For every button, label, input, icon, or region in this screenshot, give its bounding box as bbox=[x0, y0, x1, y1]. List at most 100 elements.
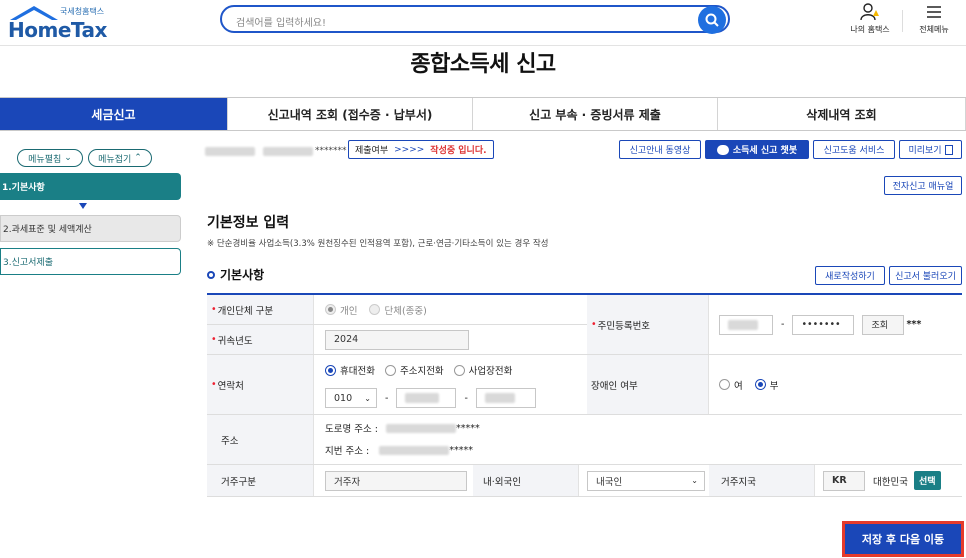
year-field[interactable]: 2024 bbox=[325, 329, 469, 350]
road-address: 도로명 주소 : ***** bbox=[325, 419, 480, 437]
my-hometax-label: 나의 홈택스 bbox=[850, 25, 890, 34]
submit-status-value: 작성중 입니다. bbox=[430, 146, 487, 156]
rrn-label: • 주민등록번호 bbox=[587, 295, 709, 354]
header-divider bbox=[902, 10, 903, 32]
disabled-options: 여 부 bbox=[719, 355, 779, 414]
nationality-value: 내국인 bbox=[596, 476, 623, 488]
mobile-radio[interactable] bbox=[325, 364, 336, 376]
residence-row: 거주구분 거주자 내·외국인 내국인 ⌄ 거주지국 KR 대한민국 선택 bbox=[207, 465, 962, 497]
entity-group-label: 단체(종중) bbox=[384, 305, 427, 317]
nationality-select[interactable]: 내국인 ⌄ bbox=[587, 470, 705, 491]
contact-options: 휴대전화 주소지전화 사업장전화 bbox=[325, 361, 512, 379]
logo-text: HomeTax bbox=[8, 18, 107, 42]
disabled-no-radio[interactable] bbox=[754, 379, 766, 390]
tab-deleted-history[interactable]: 삭제내역 조회 bbox=[718, 98, 966, 130]
guide-video-button[interactable]: 신고안내 동영상 bbox=[619, 140, 701, 159]
hometax-logo[interactable]: 국세청홈택스 HomeTax bbox=[0, 4, 120, 42]
phone-dash-2: - bbox=[464, 392, 468, 404]
menu-collapse-button[interactable]: 메뉴접기 ⌃ bbox=[88, 149, 152, 167]
lot-address: 지번 주소 : ***** bbox=[325, 441, 473, 459]
entity-group-radio[interactable] bbox=[369, 304, 381, 315]
all-menu-button[interactable]: 전체메뉴 bbox=[906, 2, 962, 35]
menu-expand-button[interactable]: 메뉴펼침 ⌄ bbox=[17, 149, 83, 167]
sub-section-title: 기본사항 bbox=[207, 266, 264, 283]
hamburger-icon bbox=[927, 6, 941, 18]
tab-attachments[interactable]: 신고 부속 · 증빙서류 제출 bbox=[473, 98, 718, 130]
e-filing-manual-button[interactable]: 전자신고 매뉴얼 bbox=[884, 176, 962, 195]
sub-section-label: 기본사항 bbox=[220, 268, 265, 282]
page-title: 종합소득세 신고 bbox=[410, 52, 556, 77]
entity-individual-radio[interactable] bbox=[325, 304, 336, 315]
preview-label: 미리보기 bbox=[908, 146, 942, 156]
chevron-down-icon: ⌄ bbox=[364, 393, 371, 403]
search-icon bbox=[705, 13, 719, 27]
disabled-yes-label: 여 bbox=[734, 380, 743, 392]
tab-filing-history[interactable]: 신고내역 조회 (접수증 · 납부서) bbox=[228, 98, 473, 130]
lot-address-mask: ***** bbox=[449, 444, 473, 456]
disabled-no-label: 부 bbox=[769, 380, 779, 392]
menu-expand-label: 메뉴펼침 bbox=[28, 154, 62, 165]
chatbot-label: 소득세 신고 챗봇 bbox=[732, 146, 798, 156]
redacted-name bbox=[205, 147, 255, 156]
step-submit[interactable]: 3.신고서제출 bbox=[0, 248, 181, 275]
menu-collapse-label: 메뉴접기 bbox=[98, 154, 132, 165]
mobile-label: 휴대전화 bbox=[340, 366, 375, 377]
nationality-label: 내·외국인 bbox=[473, 465, 579, 496]
filing-help-button[interactable]: 신고도움 서비스 bbox=[813, 140, 895, 159]
disabled-yes-radio[interactable] bbox=[719, 379, 730, 390]
entity-options: 개인 단체(종중) bbox=[325, 295, 427, 324]
phone-last-field[interactable] bbox=[475, 388, 536, 408]
country-select-button[interactable]: 선택 bbox=[913, 471, 941, 490]
chevron-up-icon: ⌃ bbox=[134, 153, 142, 163]
country-code-field[interactable]: KR bbox=[823, 470, 865, 491]
submit-status-label: 제출여부 bbox=[355, 146, 389, 156]
rrn-front-field[interactable] bbox=[719, 314, 773, 335]
bullet-icon bbox=[207, 270, 215, 279]
office-phone-radio[interactable] bbox=[453, 364, 465, 376]
search-button[interactable] bbox=[698, 6, 726, 34]
rrn-row: • 주민등록번호 - ••••••• 조회 *** bbox=[587, 295, 962, 355]
preview-button[interactable]: 미리보기 bbox=[899, 140, 962, 159]
section-title: 기본정보 입력 bbox=[207, 215, 290, 231]
residence-label: 거주구분 bbox=[207, 465, 314, 496]
residence-field[interactable]: 거주자 bbox=[325, 470, 467, 491]
lot-address-label: 지번 주소 : bbox=[325, 446, 370, 457]
country-label: 거주지국 bbox=[709, 465, 815, 496]
rrn-back-field[interactable]: ••••••• bbox=[792, 314, 855, 335]
rrn-fields: - ••••••• 조회 *** bbox=[719, 295, 921, 354]
document-icon bbox=[944, 144, 953, 155]
step-basic-info[interactable]: 1.기본사항 bbox=[0, 173, 181, 200]
country-name: 대한민국 bbox=[873, 476, 908, 488]
redacted-id bbox=[263, 147, 313, 156]
phone-prefix-value: 010 bbox=[334, 392, 353, 404]
all-menu-label: 전체메뉴 bbox=[919, 25, 949, 34]
chatbot-icon bbox=[716, 144, 729, 155]
chatbot-button[interactable]: 소득세 신고 챗봇 bbox=[705, 140, 809, 159]
entity-row: • 개인단체 구분 개인 단체(종중) bbox=[207, 295, 587, 325]
address-row: 주소 도로명 주소 : ***** 지번 주소 : ***** bbox=[207, 415, 962, 465]
address-label: 주소 bbox=[207, 415, 314, 464]
road-address-label: 도로명 주소 : bbox=[325, 424, 378, 435]
tab-tax-filing[interactable]: 세금신고 bbox=[0, 98, 228, 130]
main-tabs: 세금신고 신고내역 조회 (접수증 · 납부서) 신고 부속 · 증빙서류 제출… bbox=[0, 97, 966, 131]
chevron-down-icon: ⌄ bbox=[64, 153, 72, 163]
header: 국세청홈택스 HomeTax 검색어를 입력하세요! 나의 홈택스 전체메뉴 bbox=[0, 0, 966, 46]
save-and-next-button[interactable]: 저장 후 다음 이동 bbox=[842, 521, 964, 557]
home-phone-radio[interactable] bbox=[384, 364, 396, 376]
basic-info-table: • 개인단체 구분 개인 단체(종중) • 귀속년도 2024 • 주민등록번호 - … bbox=[207, 293, 962, 497]
phone-prefix-select[interactable]: 010 ⌄ bbox=[325, 388, 377, 408]
search-input[interactable]: 검색어를 입력하세요! bbox=[220, 5, 730, 33]
new-write-button[interactable]: 새로작성하기 bbox=[815, 266, 885, 285]
step-arrow-icon bbox=[79, 203, 87, 209]
rrn-lookup-button[interactable]: 조회 bbox=[862, 314, 905, 335]
logo-subtitle: 국세청홈택스 bbox=[60, 7, 105, 16]
phone-fields: 010 ⌄ - - bbox=[325, 387, 536, 409]
rrn-dash: - bbox=[781, 319, 785, 330]
my-hometax-button[interactable]: 나의 홈택스 bbox=[842, 2, 898, 35]
year-row: • 귀속년도 2024 bbox=[207, 325, 587, 355]
phone-middle-field[interactable] bbox=[396, 388, 457, 408]
step-tax-base[interactable]: 2.과세표준 및 세액계산 bbox=[0, 215, 181, 242]
section-note: ※ 단순경비율 사업소득(3.3% 원천징수된 인적용역 포함), 근로·연금·… bbox=[207, 239, 549, 249]
load-return-button[interactable]: 신고서 불러오기 bbox=[889, 266, 962, 285]
rrn-suffix: *** bbox=[906, 319, 922, 330]
